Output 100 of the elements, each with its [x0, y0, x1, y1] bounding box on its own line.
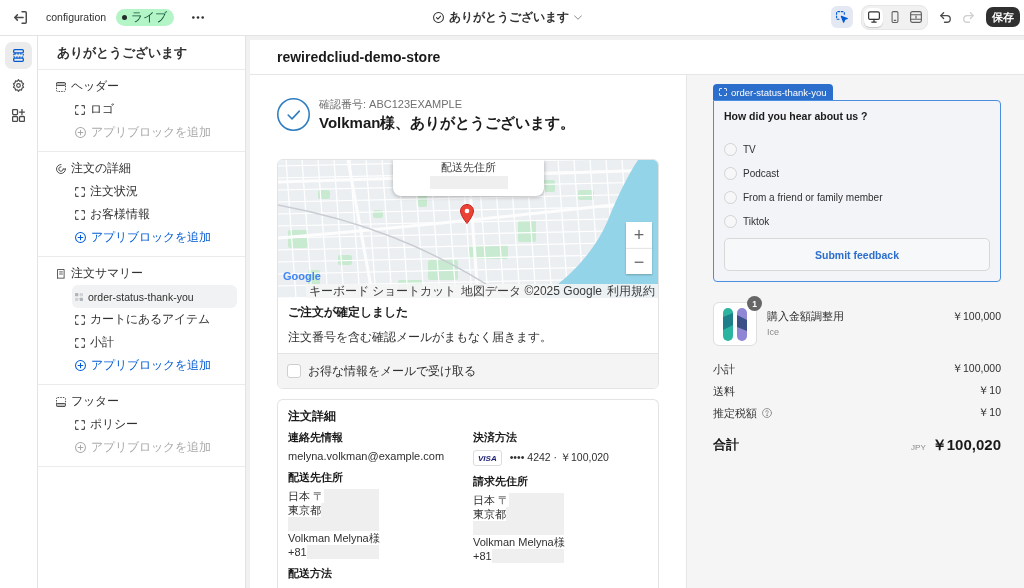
product-variant: Ice: [767, 326, 780, 338]
section-heading: 請求先住所: [473, 474, 529, 488]
payment-summary: •••• 4242 · ￥100,020: [509, 451, 609, 465]
detail-text: +81: [288, 545, 307, 559]
attribution-text: キーボード ショートカット: [308, 284, 457, 298]
save-button[interactable]: 保存: [986, 7, 1020, 27]
cost-label: 送料: [713, 383, 735, 399]
checkbox[interactable]: [287, 364, 301, 378]
option-label: Podcast: [743, 167, 780, 179]
radio-button[interactable]: [724, 166, 737, 180]
sidebar-item[interactable]: お客様情報: [72, 203, 237, 226]
undo-icon[interactable]: [940, 11, 951, 23]
option-label: Tiktok: [743, 215, 770, 227]
cost-value: ￥100,000: [952, 362, 1001, 376]
attribution-text: 利用規約: [607, 284, 655, 298]
rail-button[interactable]: [5, 42, 32, 69]
popup-title: 配送先住所: [441, 161, 496, 174]
app-title: configuration: [46, 11, 107, 23]
section-label: 注文サマリー: [71, 265, 143, 282]
detail-text: +81: [473, 549, 492, 563]
submit-feedback-button[interactable]: Submit feedback: [724, 238, 990, 271]
product-name: 購入金額調整用: [767, 309, 845, 324]
check-circle-icon: [432, 11, 444, 23]
plus-circle-icon: [75, 360, 86, 371]
footer-layout-icon: [56, 396, 66, 407]
zoom-out-button[interactable]: −: [626, 248, 652, 274]
plus-circle-icon: [75, 127, 86, 138]
section-heading: 連絡先情報: [288, 430, 344, 444]
detail-text: Volkman Melyna様: [288, 531, 380, 545]
cost-label: 推定税額: [713, 405, 757, 421]
product-price: ￥100,000: [952, 309, 1001, 324]
status-label: ライブ: [131, 8, 168, 26]
quantity-badge: 1: [747, 296, 762, 311]
detail-text: Volkman Melyna様: [473, 535, 565, 549]
zoom-in-button[interactable]: +: [626, 222, 652, 248]
option-label: From a friend or family member: [743, 191, 883, 203]
card-brand-badge: VISA: [473, 450, 502, 466]
section-label: 注文の詳細: [71, 160, 131, 177]
tag-label: order-status-thank-you: [731, 86, 827, 98]
section-label: フッター: [71, 393, 119, 410]
map-logo: Google: [283, 270, 321, 282]
product-photo: [713, 302, 757, 346]
settings-icon: [12, 79, 25, 92]
status-title: ご注文が確定しました: [288, 304, 409, 320]
total-label: 合計: [713, 436, 739, 454]
sidebar-item[interactable]: カートにあるアイテム: [72, 308, 237, 331]
section-heading: 配送先住所: [288, 470, 344, 484]
thank-you-heading: Volkman様、ありがとうございます。: [319, 113, 576, 132]
panel-title: ありがとうございます: [38, 36, 245, 70]
add-app-block-button[interactable]: アプリブロックを追加: [72, 354, 237, 377]
receipt-icon: [56, 268, 66, 279]
sidebar-item[interactable]: ロゴ: [72, 98, 237, 121]
total-value: ￥100,020: [931, 435, 1001, 455]
details-title: 注文詳細: [288, 408, 337, 424]
cost-value: ￥10: [978, 384, 1001, 398]
more-icon[interactable]: [192, 15, 205, 19]
spiral-icon: [56, 163, 66, 174]
header-layout-icon: [56, 81, 66, 92]
radio-button[interactable]: [724, 190, 737, 204]
location-pin-icon: [460, 204, 474, 224]
cursor-icon: [836, 11, 848, 23]
plus-circle-icon: [75, 442, 86, 453]
layout-sections-icon: [12, 49, 25, 62]
inspect-button[interactable]: [831, 6, 853, 28]
add-app-block-button[interactable]: アプリブロックを追加: [72, 226, 237, 249]
checkbox-label: お得な情報をメールで受け取る: [308, 362, 476, 380]
survey-question: How did you hear about us ?: [724, 109, 869, 123]
check-circle-icon: [277, 98, 310, 131]
desktop-icon: [867, 11, 880, 23]
option-label: TV: [743, 143, 756, 155]
page-selector[interactable]: ありがとうございます: [432, 8, 582, 26]
mobile-icon: [888, 11, 901, 23]
sidebar-item[interactable]: 注文状況: [72, 180, 237, 203]
app-block-icon: [75, 292, 83, 301]
chevron-down-icon: [573, 14, 582, 20]
detail-text: 日本 〒: [288, 489, 325, 503]
currency-code: JPY: [911, 442, 926, 452]
apps-plus-icon: [12, 109, 25, 122]
sidebar-item[interactable]: ポリシー: [72, 413, 237, 436]
detail-text: 東京都: [473, 507, 506, 521]
view-mode-button[interactable]: [864, 7, 883, 27]
section-heading: 決済方法: [473, 430, 518, 444]
split-rectangle-icon: [909, 11, 922, 23]
detail-text: 東京都: [288, 503, 321, 517]
status-dot-icon: [122, 14, 128, 20]
cost-value: ￥10: [978, 406, 1001, 420]
detail-text: 日本 〒: [473, 493, 510, 507]
radio-button[interactable]: [724, 214, 737, 228]
order-number: 確認番号: ABC123EXAMPLE: [319, 97, 464, 111]
attribution-text: 地図データ ©2025 Google: [461, 284, 602, 298]
detail-text: melyna.volkman@example.com: [288, 449, 445, 463]
section-heading: 配送方法: [288, 566, 333, 580]
plus-circle-icon: [75, 232, 86, 243]
radio-button[interactable]: [724, 142, 737, 156]
status-message: 注文番号を含む確認メールがまもなく届きます。: [288, 329, 553, 345]
exit-icon[interactable]: [14, 10, 27, 24]
sidebar-item[interactable]: 小計: [72, 331, 237, 354]
cost-label: 小計: [713, 361, 735, 377]
sidebar-item[interactable]: order-status-thank-you: [72, 285, 237, 308]
section-label: ヘッダー: [71, 78, 119, 95]
